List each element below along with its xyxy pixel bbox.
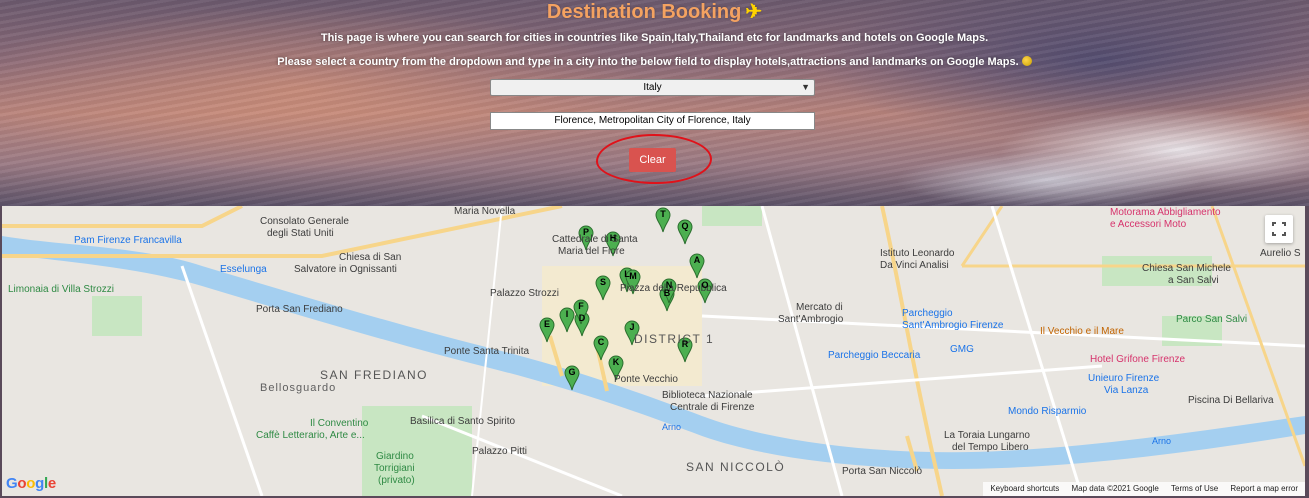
map-marker-label-m: M [629,271,637,281]
map-marker-label-j: J [629,322,635,332]
chevron-down-icon: ▼ [801,82,810,92]
map-marker-label-a: A [693,255,701,265]
map-marker-label-i: I [565,309,569,319]
label-istituto: Istituto Leonardo [880,248,955,259]
park-area [92,296,142,336]
label-parco-salvi: Parco San Salvi [1176,314,1248,325]
map-data-text: Map data ©2021 Google [1071,484,1159,493]
clear-button[interactable]: Clear [629,148,676,172]
label-consolato: Consolato Generale [260,216,349,227]
title-text: Destination Booking [546,1,742,23]
map-marker-label-t: T [660,209,666,219]
map-marker-label-k: K [612,357,620,367]
hero-banner: Destination Booking ✈ This page is where … [0,0,1309,206]
label-motorama: Motorama Abbigliamento [1110,207,1221,218]
country-select[interactable]: Italy ▼ [490,79,815,96]
map-marker-label-r: R [681,339,689,349]
map-marker-label-o: O [701,280,709,290]
terms-link[interactable]: Terms of Use [1171,484,1218,493]
label-biblioteca-2: Centrale di Firenze [670,402,755,413]
map-marker-label-e: E [543,319,550,329]
label-parcheggio-ambrogio-2: Sant'Ambrogio Firenze [902,320,1004,331]
label-san-frediano: SAN FREDIANO [320,368,429,382]
label-bellosguardo: Bellosguardo [260,382,337,394]
report-error-link[interactable]: Report a map error [1230,484,1298,493]
description-2-text: Please select a country from the dropdow… [277,56,1019,68]
google-map[interactable]: Maria Novella Consolato Generale degli S… [2,206,1305,496]
map-marker-label-h: H [609,233,617,243]
label-istituto-2: Da Vinci Analisi [880,260,949,271]
page-title: Destination Booking ✈ [0,0,1309,24]
fullscreen-button[interactable] [1265,215,1293,243]
map-marker-label-d: D [578,313,586,323]
description-line-1: This page is where you can search for ci… [320,32,989,44]
label-parcheggio-ambrogio: Parcheggio [902,308,953,319]
label-chiesa-salvatore: Chiesa di San [339,252,402,263]
label-district: DISTRICT 1 [634,332,715,346]
airplane-departure-icon: ✈ [745,1,763,23]
map-marker-label-c: C [597,337,605,347]
label-beccaria: Parcheggio Beccaria [828,350,921,361]
label-ponte-trinita: Ponte Santa Trinita [444,346,530,357]
city-input[interactable]: Florence, Metropolitan City of Florence,… [490,112,815,130]
label-cattedrale: Cattedrale di Santa [552,234,638,245]
label-mercato: Mercato di [796,302,843,313]
label-cattedrale-2: Maria del Fiore [558,246,625,257]
map-marker-label-q: Q [681,221,689,231]
map-marker-label-p: P [582,227,589,237]
label-aurelio: Aurelio S [1260,248,1301,259]
label-hotel-grifone: Hotel Grifone Firenze [1090,354,1186,365]
label-chiesa-michele-2: a San Salvi [1168,275,1219,286]
map-marker-label-f: F [578,301,584,311]
label-limonaia: Limonaia di Villa Strozzi [8,284,114,295]
description-line-2: Please select a country from the dropdow… [0,56,1309,68]
map-attribution: Keyboard shortcuts Map data ©2021 Google… [983,482,1305,496]
label-basilica: Basilica di Santo Spirito [410,416,516,427]
label-chiesa-salvatore-2: Salvatore in Ognissanti [294,264,397,275]
label-pam: Pam Firenze Francavilla [74,235,182,246]
country-selected-value: Italy [643,82,662,93]
label-gmg: GMG [950,344,974,355]
map-marker-label-s: S [599,277,606,287]
fullscreen-icon [1272,222,1286,236]
label-arno: Arno [662,422,682,432]
label-mercato-2: Sant'Ambrogio [778,314,844,325]
label-consolato-2: degli Stati Uniti [267,228,334,239]
label-torre-zecca-2: del Tempo Libero [952,442,1029,453]
label-torre-zecca: La Toraia Lungarno [944,430,1030,441]
label-pitti: Palazzo Pitti [472,446,528,457]
map-canvas [2,206,1305,496]
label-unieuro: Unieuro Firenze [1088,373,1160,384]
label-conventino: Il Conventino [310,418,369,429]
road [180,265,264,496]
label-arno-2: Arno [1152,436,1172,446]
map-marker-label-n: N [665,280,673,290]
label-esselunga: Esselunga [220,264,267,275]
road [2,206,243,228]
label-vecchio-mare: Il Vecchio e il Mare [1040,326,1124,337]
label-giardino-3: (privato) [378,475,415,486]
park-area [702,206,762,226]
globe-icon [1021,56,1032,66]
label-mondo: Mondo Risparmio [1008,406,1087,417]
label-palazzo-strozzi: Palazzo Strozzi [490,288,559,299]
label-giardino: Giardino [376,451,414,462]
label-maria-novella: Maria Novella [454,206,516,217]
label-caffe: Caffè Letterario, Arte e... [256,430,365,441]
label-chiesa-michele: Chiesa San Michele [1142,263,1231,274]
label-porta-frediano: Porta San Frediano [256,304,343,315]
label-piscina: Piscina Di Bellariva [1188,395,1274,406]
label-unieuro-2: Via Lanza [1104,385,1149,396]
label-motorama-2: e Accessori Moto [1110,219,1187,230]
label-porta-niccolo: Porta San Niccolò [842,466,923,477]
label-biblioteca: Biblioteca Nazionale [662,390,753,401]
label-ponte-vecchio: Ponte Vecchio [614,374,678,385]
label-san-niccolo: SAN NICCOLÒ [686,460,786,474]
keyboard-shortcuts-link[interactable]: Keyboard shortcuts [990,484,1059,493]
label-giardino-2: Torrigiani [374,463,415,474]
map-marker-label-g: G [568,367,576,377]
google-logo[interactable]: Google [6,475,56,492]
